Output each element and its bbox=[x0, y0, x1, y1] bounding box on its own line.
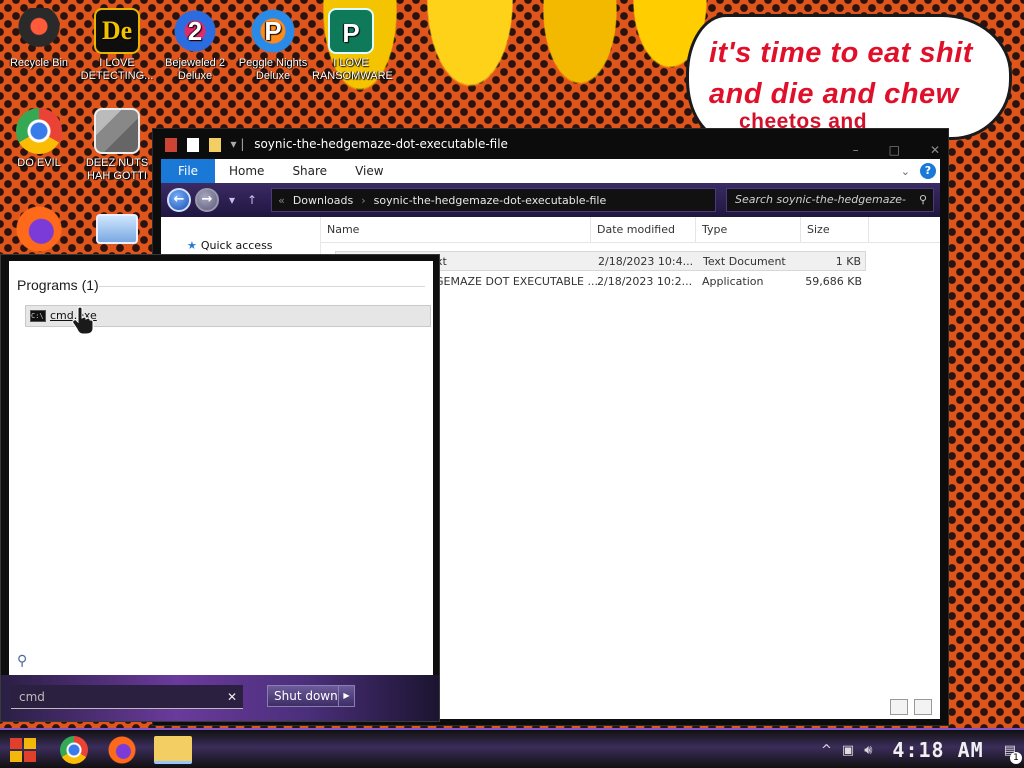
navigation-bar: ← → ▾ ↑ « Downloads › soynic-the-hedgema… bbox=[161, 183, 940, 228]
clear-search-icon[interactable]: ✕ bbox=[227, 685, 237, 709]
clock[interactable]: 4:18 AM bbox=[882, 738, 993, 762]
volume-icon[interactable]: 🔊︎ bbox=[864, 743, 872, 758]
start-search-input[interactable]: cmd ✕ bbox=[11, 685, 243, 709]
network-icon bbox=[96, 214, 138, 244]
speech-line-1: it's time to eat shit bbox=[709, 37, 973, 69]
command-prompt-icon: C:\ bbox=[30, 310, 46, 322]
desktop-icon-detecting[interactable]: De I LOVE DETECTING... bbox=[78, 8, 156, 83]
quick-access-label: Quick access bbox=[200, 239, 273, 252]
ribbon-expand-icon[interactable]: ⌄ bbox=[901, 165, 910, 178]
taskbar-chrome-icon[interactable] bbox=[60, 736, 88, 764]
bejeweled-icon: 2 bbox=[172, 8, 218, 54]
details-view-icon[interactable] bbox=[890, 699, 908, 715]
network-tray-icon[interactable]: ▣ bbox=[842, 743, 854, 758]
large-icons-view-icon[interactable] bbox=[914, 699, 932, 715]
column-header-row: Name Date modified Type Size bbox=[321, 217, 940, 243]
tab-home[interactable]: Home bbox=[215, 159, 278, 183]
notifications-icon[interactable]: ▤ 1 bbox=[1004, 743, 1022, 764]
notification-count-badge: 1 bbox=[1010, 751, 1022, 764]
recycle-bin-icon bbox=[16, 8, 62, 54]
desktop-icon-recycle-bin[interactable]: Recycle Bin bbox=[0, 8, 78, 70]
forward-button[interactable]: → bbox=[195, 188, 219, 212]
taskbar-file-explorer-icon[interactable] bbox=[154, 736, 192, 764]
desktop-icon-label: DO EVIL bbox=[17, 157, 61, 169]
window-title: soynic-the-hedgemaze-dot-executable-file bbox=[254, 137, 508, 151]
taskbar: ^ ▣ 🔊︎ 4:18 AM ▤ 1 bbox=[0, 728, 1024, 768]
file-size: 1 KB bbox=[835, 255, 861, 268]
desktop-icon-peggle[interactable]: P Peggle Nights Deluxe bbox=[234, 8, 312, 83]
desktop-icon-network[interactable] bbox=[78, 214, 156, 247]
view-switcher bbox=[890, 699, 932, 715]
start-menu: Programs (1) C:\ cmd.exe ⚲ cmd ✕ Shut do… bbox=[0, 254, 440, 722]
breadcrumb-folder[interactable]: soynic-the-hedgemaze-dot-executable-file bbox=[374, 194, 607, 207]
desktop-icon-label: Recycle Bin bbox=[9, 57, 69, 69]
help-icon[interactable]: ? bbox=[920, 163, 936, 179]
publisher-icon: P bbox=[328, 8, 374, 54]
hand-cursor-icon bbox=[72, 306, 94, 334]
desktop-icon-label: I LOVE RANSOMWARE bbox=[312, 57, 393, 82]
desktop-icon-label: Bejeweled 2 Deluxe bbox=[165, 57, 225, 82]
desktop-icon-label: I LOVE DETECTING... bbox=[80, 57, 154, 82]
speech-bubble: it's time to eat shit and die and chew c… bbox=[686, 14, 1012, 140]
file-date: 2/18/2023 10:2... bbox=[597, 275, 693, 288]
address-bar[interactable]: « Downloads › soynic-the-hedgemaze-dot-e… bbox=[271, 188, 716, 212]
desktop-icon-deez-nuts[interactable]: DEEZ NUTS HAH GOTTI bbox=[78, 108, 156, 183]
detective-game-icon: De bbox=[94, 8, 140, 54]
column-size[interactable]: Size bbox=[801, 217, 869, 243]
file-date: 2/18/2023 10:4... bbox=[598, 255, 694, 268]
programs-group-header: Programs (1) bbox=[17, 277, 425, 293]
file-type: Application bbox=[702, 275, 764, 288]
file-name: GEMAZE DOT EXECUTABLE ... bbox=[435, 275, 598, 288]
app-icon bbox=[165, 137, 177, 152]
tab-view[interactable]: View bbox=[341, 159, 397, 183]
taskbar-firefox-icon[interactable] bbox=[108, 736, 136, 764]
address-chevron-icon: « bbox=[278, 193, 285, 207]
search-more-icon[interactable]: ⚲ bbox=[17, 653, 27, 669]
ribbon: File Home Share View ⌄ ? bbox=[161, 159, 940, 183]
back-button[interactable]: ← bbox=[167, 188, 191, 212]
shutdown-button[interactable]: Shut down ▶ bbox=[267, 685, 355, 707]
column-type[interactable]: Type bbox=[696, 217, 801, 243]
chrome-icon bbox=[16, 108, 62, 154]
search-placeholder: Search soynic-the-hedgemaze-d... bbox=[735, 193, 907, 228]
firefox-icon bbox=[16, 206, 62, 252]
windows-logo-icon bbox=[10, 738, 36, 762]
desktop-icon-bejeweled[interactable]: 2 Bejeweled 2 Deluxe bbox=[156, 8, 234, 83]
search-icon: ⚲ bbox=[918, 193, 927, 206]
recent-locations-icon[interactable]: ▾ bbox=[229, 193, 235, 207]
breadcrumb-separator-icon: › bbox=[361, 193, 366, 207]
file-size: 59,686 KB bbox=[805, 275, 862, 288]
breadcrumb-downloads[interactable]: Downloads bbox=[293, 194, 353, 207]
desktop-icon-do-evil[interactable]: DO EVIL bbox=[0, 108, 78, 170]
desktop-icon-ransomware[interactable]: P I LOVE RANSOMWARE bbox=[312, 8, 393, 83]
search-input[interactable]: Search soynic-the-hedgemaze-d... ⚲ bbox=[726, 188, 934, 228]
start-button[interactable] bbox=[6, 734, 40, 766]
column-date-modified[interactable]: Date modified bbox=[591, 217, 696, 243]
peggle-icon: P bbox=[250, 8, 296, 54]
up-arrow-icon[interactable]: ↑ bbox=[247, 193, 257, 207]
search-query: cmd bbox=[19, 690, 45, 704]
shutdown-options-icon[interactable]: ▶ bbox=[338, 686, 354, 706]
explorer-titlebar[interactable]: ▾ | soynic-the-hedgemaze-dot-executable-… bbox=[153, 129, 948, 159]
folder-icon[interactable] bbox=[208, 137, 221, 152]
tab-share[interactable]: Share bbox=[278, 159, 341, 183]
desktop-icon-label: DEEZ NUTS HAH GOTTI bbox=[85, 157, 149, 182]
nav-quick-access[interactable]: ★ Quick access bbox=[187, 239, 273, 252]
desktop-icon-label: Peggle Nights Deluxe bbox=[238, 57, 308, 82]
tab-file[interactable]: File bbox=[161, 159, 215, 183]
properties-icon[interactable] bbox=[186, 137, 199, 152]
desktop-icon-firefox[interactable] bbox=[0, 206, 78, 255]
shutdown-label: Shut down bbox=[274, 689, 338, 703]
file-type: Text Document bbox=[703, 255, 786, 268]
system-tray: ^ ▣ 🔊︎ 4:18 AM ▤ 1 bbox=[821, 730, 1024, 768]
star-icon: ★ bbox=[187, 239, 197, 252]
folders-icon bbox=[94, 108, 140, 154]
column-name[interactable]: Name bbox=[321, 217, 591, 243]
start-menu-footer: cmd ✕ Shut down ▶ bbox=[1, 675, 439, 721]
tray-overflow-icon[interactable]: ^ bbox=[821, 743, 832, 758]
